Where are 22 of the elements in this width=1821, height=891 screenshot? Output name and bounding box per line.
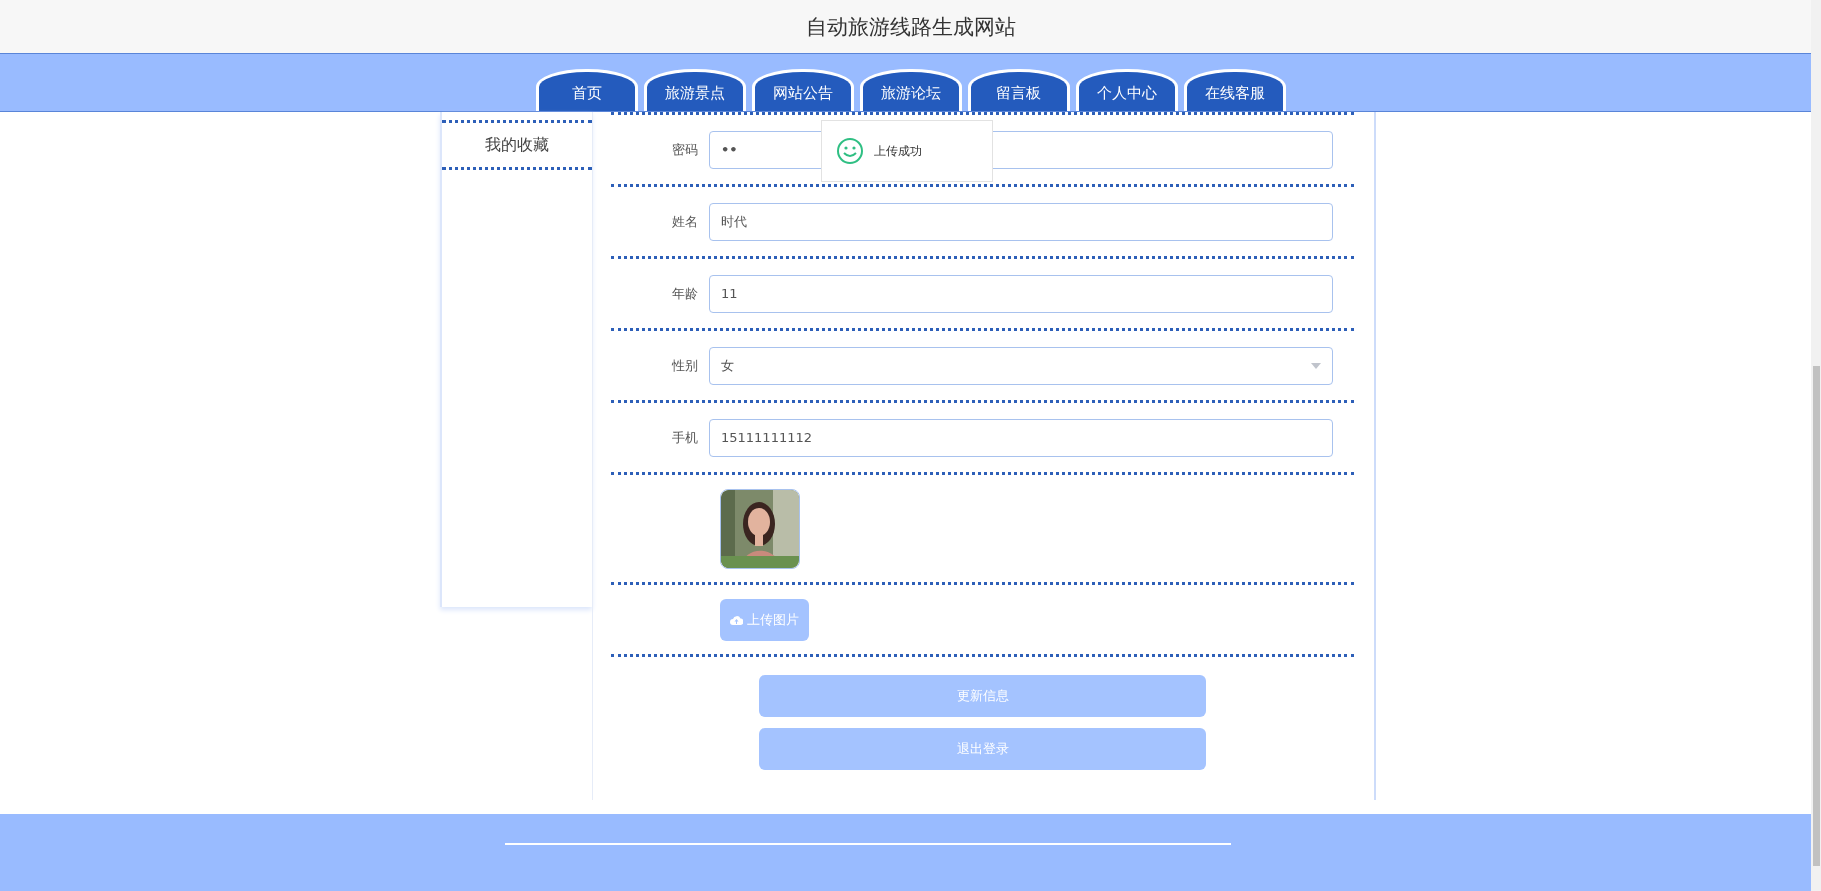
field-label: 手机 bbox=[671, 428, 699, 447]
field-label: 姓名 bbox=[671, 212, 699, 231]
site-title: 自动旅游线路生成网站 bbox=[805, 13, 1016, 41]
field-label: 密码 bbox=[671, 140, 699, 159]
cloud-upload-icon bbox=[730, 614, 743, 625]
gender-select[interactable]: 女 bbox=[709, 346, 1333, 385]
nav-tab[interactable]: 在线客服 bbox=[1183, 69, 1286, 111]
nav-tab[interactable]: 个人中心 bbox=[1075, 69, 1178, 111]
sidebar-item[interactable]: 我的收藏 bbox=[442, 120, 592, 170]
nav-tab[interactable]: 旅游论坛 bbox=[859, 69, 962, 111]
nav-tab[interactable]: 留言板 bbox=[967, 69, 1070, 111]
field-label: 年龄 bbox=[671, 284, 699, 303]
caret-icon bbox=[1311, 362, 1321, 369]
input-field[interactable]: 11 bbox=[709, 274, 1333, 313]
field-label: 性别 bbox=[671, 356, 699, 375]
nav-tab[interactable]: 网站公告 bbox=[751, 69, 854, 111]
nav-tab[interactable]: 旅游景点 bbox=[643, 69, 746, 111]
toast-message: 上传成功 bbox=[874, 142, 922, 160]
nav-tab[interactable]: 首页 bbox=[535, 69, 638, 111]
input-field[interactable]: 15111111112 bbox=[709, 418, 1333, 457]
input-field[interactable]: 时代 bbox=[709, 202, 1333, 241]
smile-icon bbox=[836, 137, 864, 165]
